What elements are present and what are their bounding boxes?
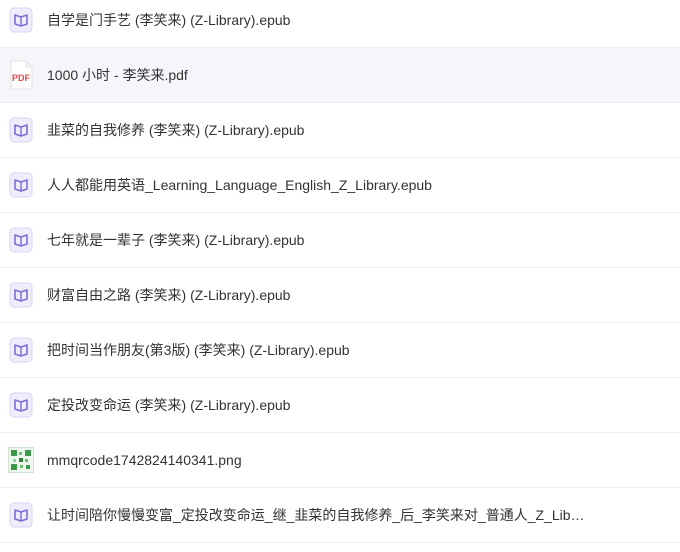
image-thumbnail-icon [8, 445, 34, 475]
file-row-3[interactable]: 韭菜的自我修养 (李笑来) (Z-Library).epub [0, 103, 680, 158]
file-row-9[interactable]: mmqrcode1742824140341.png [0, 433, 680, 488]
file-name: 自学是门手艺 (李笑来) (Z-Library).epub [47, 12, 291, 28]
file-name: 财富自由之路 (李笑来) (Z-Library).epub [47, 287, 291, 303]
file-name: 七年就是一辈子 (李笑来) (Z-Library).epub [47, 232, 305, 248]
epub-icon [8, 170, 34, 200]
file-row-5[interactable]: 七年就是一辈子 (李笑来) (Z-Library).epub [0, 213, 680, 268]
file-name: 1000 小时 - 李笑来.pdf [47, 67, 188, 83]
file-row-10[interactable]: 让时间陪你慢慢变富_定投改变命运_继_韭菜的自我修养_后_李笑来对_普通人_Z_… [0, 488, 680, 543]
epub-icon [8, 335, 34, 365]
epub-icon [8, 390, 34, 420]
epub-icon [8, 225, 34, 255]
file-row-8[interactable]: 定投改变命运 (李笑来) (Z-Library).epub [0, 378, 680, 433]
epub-icon [8, 500, 34, 530]
file-name: 把时间当作朋友(第3版) (李笑来) (Z-Library).epub [47, 342, 350, 358]
file-name: 定投改变命运 (李笑来) (Z-Library).epub [47, 397, 291, 413]
file-name: 韭菜的自我修养 (李笑来) (Z-Library).epub [47, 122, 305, 138]
file-row-1[interactable]: 自学是门手艺 (李笑来) (Z-Library).epub [0, 0, 680, 48]
epub-icon [8, 280, 34, 310]
file-list: 自学是门手艺 (李笑来) (Z-Library).epub PDF 1000 小… [0, 0, 680, 552]
file-row-7[interactable]: 把时间当作朋友(第3版) (李笑来) (Z-Library).epub [0, 323, 680, 378]
file-row-2[interactable]: PDF 1000 小时 - 李笑来.pdf [0, 48, 680, 103]
file-name: mmqrcode1742824140341.png [47, 452, 242, 468]
file-row-6[interactable]: 财富自由之路 (李笑来) (Z-Library).epub [0, 268, 680, 323]
file-row-4[interactable]: 人人都能用英语_Learning_Language_English_Z_Libr… [0, 158, 680, 213]
file-name: 让时间陪你慢慢变富_定投改变命运_继_韭菜的自我修养_后_李笑来对_普通人_Z_… [47, 507, 587, 523]
pdf-icon-label: PDF [12, 73, 31, 83]
epub-icon [8, 5, 34, 35]
file-name: 人人都能用英语_Learning_Language_English_Z_Libr… [47, 177, 432, 193]
pdf-icon: PDF [8, 60, 34, 90]
epub-icon [8, 115, 34, 145]
